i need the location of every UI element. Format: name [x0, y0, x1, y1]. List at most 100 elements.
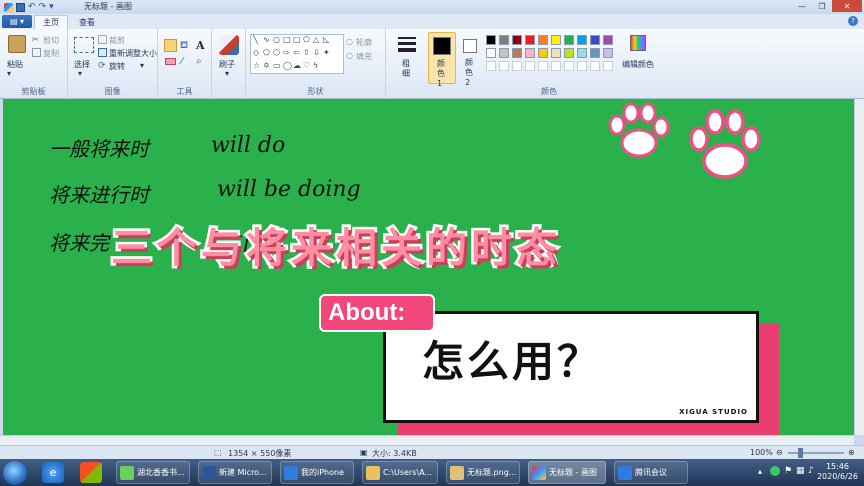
callout-cloud-shape-icon[interactable]: ☁ — [293, 61, 301, 70]
rectangle-shape-icon[interactable]: □ — [283, 35, 291, 44]
color-swatch[interactable] — [499, 48, 509, 58]
rotate-button[interactable]: 旋转 — [109, 61, 125, 72]
paste-icon[interactable] — [8, 35, 26, 53]
custom-color-swatch[interactable] — [486, 61, 496, 71]
zoom-out-button[interactable]: ⊖ — [776, 448, 783, 457]
drawing-canvas[interactable]: 一般将来时 will do 将来进行时 will be doing 将来完 wi… — [3, 99, 854, 435]
size-button[interactable]: 粗细 — [402, 59, 412, 79]
brushes-dropdown-icon[interactable]: ▾ — [225, 69, 229, 78]
hexagon-shape-icon[interactable]: ⬡ — [273, 48, 280, 57]
line-shape-icon[interactable]: ╲ — [253, 35, 258, 44]
vertical-scrollbar[interactable] — [854, 99, 864, 435]
callout-rect-shape-icon[interactable]: ▭ — [273, 61, 281, 70]
zoom-in-button[interactable]: ⊕ — [848, 448, 855, 457]
oval-shape-icon[interactable]: ○ — [273, 35, 280, 44]
color-swatch[interactable] — [603, 48, 613, 58]
fill-bucket-icon[interactable]: ⛾ — [180, 40, 189, 51]
color-swatch[interactable] — [538, 48, 548, 58]
network-icon[interactable]: ▦ — [796, 466, 805, 476]
tab-home[interactable]: 主页 — [34, 15, 68, 29]
color-swatch[interactable] — [525, 48, 535, 58]
custom-color-swatch[interactable] — [512, 61, 522, 71]
edit-colors-button[interactable]: 编辑颜色 — [622, 59, 654, 70]
paint-app-icon[interactable] — [4, 2, 13, 12]
custom-color-swatch[interactable] — [577, 61, 587, 71]
copy-button[interactable]: 复制 — [43, 48, 59, 59]
minimize-button[interactable]: — — [792, 0, 812, 12]
taskbar-item[interactable]: 无标题.png... — [446, 461, 520, 484]
color-swatch[interactable] — [564, 48, 574, 58]
triangle-shape-icon[interactable]: △ — [313, 35, 319, 44]
redo-icon[interactable]: ↷ — [39, 2, 47, 12]
taskbar-item[interactable]: 腾讯会议 — [614, 461, 688, 484]
color-swatch[interactable] — [525, 35, 535, 45]
crop-button[interactable]: 裁剪 — [109, 35, 125, 46]
down-arrow-shape-icon[interactable]: ⇩ — [313, 48, 320, 57]
color-swatch[interactable] — [603, 35, 613, 45]
close-button[interactable]: ✕ — [832, 0, 862, 12]
right-arrow-shape-icon[interactable]: ⇨ — [283, 48, 290, 57]
curve-shape-icon[interactable]: ∿ — [263, 35, 270, 44]
eraser-icon[interactable] — [165, 58, 176, 65]
brush-icon[interactable] — [219, 35, 239, 55]
custom-color-swatch[interactable] — [603, 61, 613, 71]
help-icon[interactable]: ? — [848, 16, 858, 26]
taskbar-item[interactable]: 新建 Micro... — [198, 461, 272, 484]
custom-color-swatch[interactable] — [564, 61, 574, 71]
right-triangle-shape-icon[interactable]: ◺ — [323, 35, 329, 44]
left-arrow-shape-icon[interactable]: ⇦ — [293, 48, 300, 57]
select-dropdown-icon[interactable]: ▾ — [78, 69, 82, 78]
custom-color-swatch[interactable] — [525, 61, 535, 71]
heart-shape-icon[interactable]: ♡ — [303, 61, 310, 70]
resize-button[interactable]: 重新调整大小 — [109, 48, 157, 59]
edit-colors-icon[interactable] — [630, 35, 646, 51]
magnifier-icon[interactable]: ⌕ — [196, 56, 205, 67]
tab-view[interactable]: 查看 — [76, 15, 98, 29]
shapes-gallery[interactable]: ╲ ∿ ○ □ ▢ ⬠ △ ◺ ◇ ⬠ ⬡ ⇨ ⇦ ⇧ ⇩ ✦ ☆ ✡ ▭ ◯ — [250, 34, 344, 74]
clock[interactable]: 15:46 2020/6/26 — [817, 462, 858, 482]
action-center-icon[interactable]: ⚑ — [784, 466, 792, 476]
color-picker-icon[interactable]: ⁄ — [181, 56, 190, 67]
taskbar-item[interactable]: 湖北香香书... — [116, 461, 190, 484]
paste-dropdown-icon[interactable]: ▾ — [7, 69, 11, 78]
polygon-shape-icon[interactable]: ⬠ — [303, 35, 310, 44]
zoom-slider-handle[interactable] — [798, 448, 803, 458]
up-arrow-shape-icon[interactable]: ⇧ — [303, 48, 310, 57]
zoom-slider[interactable] — [788, 448, 844, 458]
lightning-shape-icon[interactable]: ϟ — [313, 61, 318, 70]
undo-icon[interactable]: ↶ — [28, 2, 36, 12]
five-point-star-shape-icon[interactable]: ☆ — [253, 61, 260, 70]
color-swatch[interactable] — [577, 35, 587, 45]
custom-color-swatch[interactable] — [590, 61, 600, 71]
file-menu-button[interactable]: ▤ ▾ — [2, 15, 32, 28]
color-swatch[interactable] — [499, 35, 509, 45]
six-point-star-shape-icon[interactable]: ✡ — [263, 61, 270, 70]
start-button[interactable] — [3, 461, 27, 485]
color-swatch[interactable] — [590, 48, 600, 58]
taskbar-item[interactable]: 我的iPhone — [280, 461, 354, 484]
customize-dropdown-icon[interactable]: ▾ — [49, 2, 54, 12]
color-swatch[interactable] — [486, 35, 496, 45]
color-swatch[interactable] — [577, 48, 587, 58]
pentagon-shape-icon[interactable]: ⬠ — [263, 48, 270, 57]
pencil-icon[interactable] — [164, 39, 177, 52]
diamond-shape-icon[interactable]: ◇ — [253, 48, 259, 57]
color-swatch[interactable] — [512, 48, 522, 58]
custom-color-swatch[interactable] — [538, 61, 548, 71]
taskbar-item-active[interactable]: 无标题 - 画图 — [528, 461, 606, 484]
taskbar-item[interactable]: C:\Users\A... — [362, 461, 438, 484]
ie-icon[interactable]: e — [42, 462, 64, 483]
custom-color-swatch[interactable] — [499, 61, 509, 71]
outline-button[interactable]: 轮廓 — [356, 37, 372, 48]
color-swatch[interactable] — [590, 35, 600, 45]
color-swatch[interactable] — [538, 35, 548, 45]
fill-button[interactable]: 填充 — [356, 51, 372, 62]
color2-button[interactable]: 颜色 2 — [458, 32, 484, 87]
horizontal-scrollbar[interactable] — [0, 435, 854, 445]
rotate-dropdown-icon[interactable]: ▾ — [140, 61, 144, 70]
rounded-rectangle-shape-icon[interactable]: ▢ — [293, 35, 301, 44]
volume-icon[interactable]: ♪ — [808, 466, 814, 476]
cut-button[interactable]: 剪切 — [43, 35, 59, 46]
color-swatch[interactable] — [486, 48, 496, 58]
four-point-star-shape-icon[interactable]: ✦ — [323, 48, 330, 57]
